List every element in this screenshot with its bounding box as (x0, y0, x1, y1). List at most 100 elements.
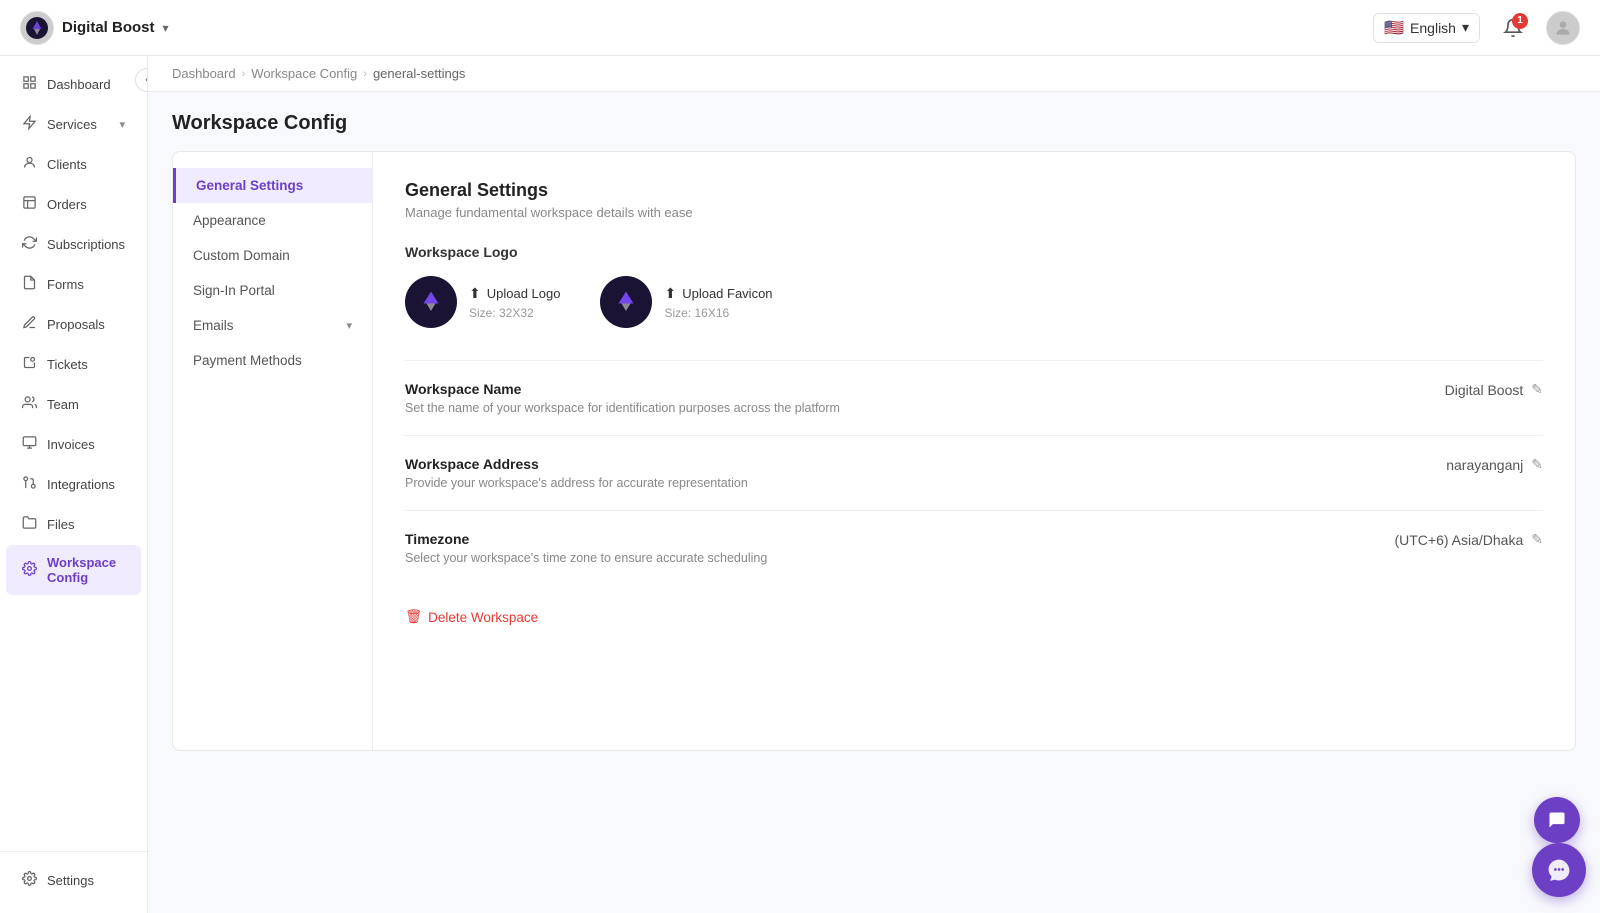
workspace-address-row: Workspace Address Provide your workspace… (405, 435, 1543, 510)
timezone-field-label: Timezone (405, 531, 1394, 547)
timezone-current-value: (UTC+6) Asia/Dhaka (1394, 532, 1523, 548)
sidebar-item-settings[interactable]: Settings (6, 861, 141, 900)
breadcrumb-current: general-settings (373, 66, 466, 81)
sidebar-item-forms[interactable]: Forms (6, 265, 141, 304)
section-title: General Settings (405, 180, 1543, 201)
config-right-content: General Settings Manage fundamental work… (373, 152, 1575, 750)
upload-logo-icon: ⬆ (469, 285, 481, 302)
sidebar-item-label: Subscriptions (47, 237, 125, 252)
favicon-upload-item: ⬆ Upload Favicon Size: 16X16 (600, 276, 772, 328)
workspace-address-field-label: Workspace Address (405, 456, 1446, 472)
chat-fab-button[interactable] (1534, 797, 1580, 843)
page-content: Workspace Config General Settings Appear… (148, 92, 1600, 771)
sidebar-item-dashboard[interactable]: Dashboard (6, 65, 141, 104)
breadcrumb-workspace-config[interactable]: Workspace Config (251, 66, 357, 81)
timezone-desc: Select your workspace's time zone to ens… (405, 551, 905, 565)
workspace-name-value: Digital Boost ✎ (1445, 381, 1543, 398)
config-nav-label: Emails (193, 318, 234, 333)
proposals-icon (22, 315, 37, 334)
settings-icon (22, 871, 37, 890)
breadcrumb-sep-1: › (242, 68, 246, 80)
sidebar-item-label: Settings (47, 873, 94, 888)
files-icon (22, 515, 37, 534)
sidebar-item-label: Workspace Config (47, 555, 125, 585)
sidebar-item-tickets[interactable]: Tickets (6, 345, 141, 384)
config-nav-payment-methods[interactable]: Payment Methods (173, 343, 372, 378)
sidebar-item-team[interactable]: Team (6, 385, 141, 424)
upload-logo-button[interactable]: ⬆ Upload Logo (469, 285, 560, 302)
logo-size-label: Size: 32X32 (469, 306, 560, 320)
notification-badge: 1 (1512, 13, 1528, 29)
workspace-favicon-preview (600, 276, 652, 328)
timezone-left: Timezone Select your workspace's time zo… (405, 531, 1394, 565)
sidebar-item-clients[interactable]: Clients (6, 145, 141, 184)
emails-chevron-icon: ▾ (346, 319, 352, 332)
user-avatar[interactable] (1546, 11, 1580, 45)
language-selector[interactable]: 🇺🇸 English ▾ (1373, 13, 1480, 43)
config-nav-general-settings[interactable]: General Settings (173, 168, 372, 203)
upload-favicon-icon: ⬆ (664, 285, 676, 302)
sidebar-item-label: Team (47, 397, 79, 412)
delete-workspace-label: Delete Workspace (428, 610, 538, 625)
timezone-value: (UTC+6) Asia/Dhaka ✎ (1394, 531, 1543, 548)
workspace-name-desc: Set the name of your workspace for ident… (405, 401, 905, 415)
workspace-name-field-label: Workspace Name (405, 381, 1445, 397)
config-nav-label: Appearance (193, 213, 266, 228)
breadcrumb: Dashboard › Workspace Config › general-s… (148, 56, 1600, 92)
services-icon (22, 115, 37, 134)
workspace-name-edit-icon[interactable]: ✎ (1531, 381, 1543, 398)
sidebar-item-label: Clients (47, 157, 87, 172)
config-nav-custom-domain[interactable]: Custom Domain (173, 238, 372, 273)
config-nav-sign-in-portal[interactable]: Sign-In Portal (173, 273, 372, 308)
subscriptions-icon (22, 235, 37, 254)
dashboard-icon (22, 75, 37, 94)
workspace-name-label: Digital Boost (62, 19, 155, 36)
config-panel: General Settings Appearance Custom Domai… (172, 151, 1576, 751)
favicon-size-label: Size: 16X16 (664, 306, 772, 320)
sidebar-item-integrations[interactable]: Integrations (6, 465, 141, 504)
sidebar-item-label: Invoices (47, 437, 95, 452)
delete-workspace-icon: 🗑 (405, 609, 422, 625)
sidebar-item-label: Forms (47, 277, 84, 292)
config-nav-label: Custom Domain (193, 248, 290, 263)
config-left-nav: General Settings Appearance Custom Domai… (173, 152, 373, 750)
integrations-icon (22, 475, 37, 494)
services-chevron-icon: ▾ (119, 118, 125, 131)
logo-upload-controls: ⬆ Upload Logo Size: 32X32 (469, 285, 560, 320)
sidebar-item-invoices[interactable]: Invoices (6, 425, 141, 464)
timezone-edit-icon[interactable]: ✎ (1531, 531, 1543, 548)
main-content: Dashboard › Workspace Config › general-s… (148, 56, 1600, 913)
config-nav-label: General Settings (196, 178, 303, 193)
sidebar-item-workspace-config[interactable]: Workspace Config (6, 545, 141, 595)
sidebar-item-label: Files (47, 517, 74, 532)
sidebar-item-orders[interactable]: Orders (6, 185, 141, 224)
delete-workspace-button[interactable]: 🗑 Delete Workspace (405, 609, 1543, 625)
upload-favicon-button[interactable]: ⬆ Upload Favicon (664, 285, 772, 302)
config-nav-appearance[interactable]: Appearance (173, 203, 372, 238)
top-header: Digital Boost ▾ 🇺🇸 English ▾ 1 (0, 0, 1600, 56)
config-nav-label: Payment Methods (193, 353, 302, 368)
invoices-icon (22, 435, 37, 454)
support-fab-button[interactable] (1532, 843, 1586, 897)
sidebar-item-label: Integrations (47, 477, 115, 492)
sidebar-item-services[interactable]: Services ▾ (6, 105, 141, 144)
workspace-address-edit-icon[interactable]: ✎ (1531, 456, 1543, 473)
breadcrumb-dashboard[interactable]: Dashboard (172, 66, 236, 81)
page-title: Workspace Config (172, 112, 1576, 135)
flag-icon: 🇺🇸 (1384, 18, 1404, 38)
sidebar-item-files[interactable]: Files (6, 505, 141, 544)
workspace-logo-preview (405, 276, 457, 328)
sidebar-item-label: Orders (47, 197, 87, 212)
team-icon (22, 395, 37, 414)
logo-upload-item: ⬆ Upload Logo Size: 32X32 (405, 276, 560, 328)
upload-logo-label: Upload Logo (487, 286, 561, 301)
workspace-address-left: Workspace Address Provide your workspace… (405, 456, 1446, 490)
sidebar-item-subscriptions[interactable]: Subscriptions (6, 225, 141, 264)
workspace-address-desc: Provide your workspace's address for acc… (405, 476, 905, 490)
workspace-chevron-icon[interactable]: ▾ (163, 21, 169, 35)
workspace-avatar[interactable] (20, 11, 54, 45)
notifications-button[interactable]: 1 (1496, 11, 1530, 45)
config-nav-emails[interactable]: Emails ▾ (173, 308, 372, 343)
workspace-address-value: narayanganj ✎ (1446, 456, 1543, 473)
sidebar-item-proposals[interactable]: Proposals (6, 305, 141, 344)
